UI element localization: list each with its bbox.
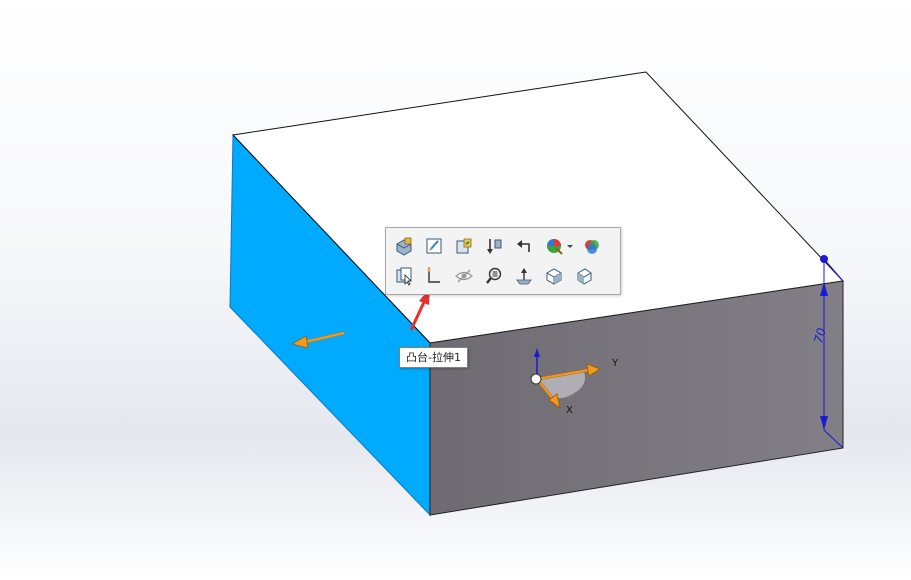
- dimension-handle[interactable]: [820, 255, 828, 263]
- sketch-icon[interactable]: [422, 264, 446, 288]
- hide-icon[interactable]: [452, 234, 476, 258]
- context-toolbar: [385, 227, 621, 295]
- appearance-icon[interactable]: [542, 234, 566, 258]
- select-other-icon[interactable]: [392, 264, 416, 288]
- isometric-icon[interactable]: [572, 264, 596, 288]
- hide-show-icon[interactable]: [452, 264, 476, 288]
- view-orientation-icon[interactable]: [542, 264, 566, 288]
- edit-sketch-icon[interactable]: [422, 234, 446, 258]
- color-icon[interactable]: [580, 234, 604, 258]
- parent-child-icon[interactable]: [512, 234, 536, 258]
- normal-to-icon[interactable]: [512, 264, 536, 288]
- edit-feature-icon[interactable]: [392, 234, 416, 258]
- x-axis-label: X: [566, 405, 573, 416]
- graphics-area[interactable]: 70 Y X 凸台-拉伸1: [0, 0, 911, 580]
- dropdown-arrow-icon[interactable]: [566, 234, 574, 258]
- y-axis-label: Y: [611, 358, 619, 369]
- feature-tooltip: 凸台-拉伸1: [399, 347, 468, 368]
- rollback-icon[interactable]: [482, 234, 506, 258]
- zoom-to-selection-icon[interactable]: [482, 264, 506, 288]
- origin-point[interactable]: [530, 373, 542, 385]
